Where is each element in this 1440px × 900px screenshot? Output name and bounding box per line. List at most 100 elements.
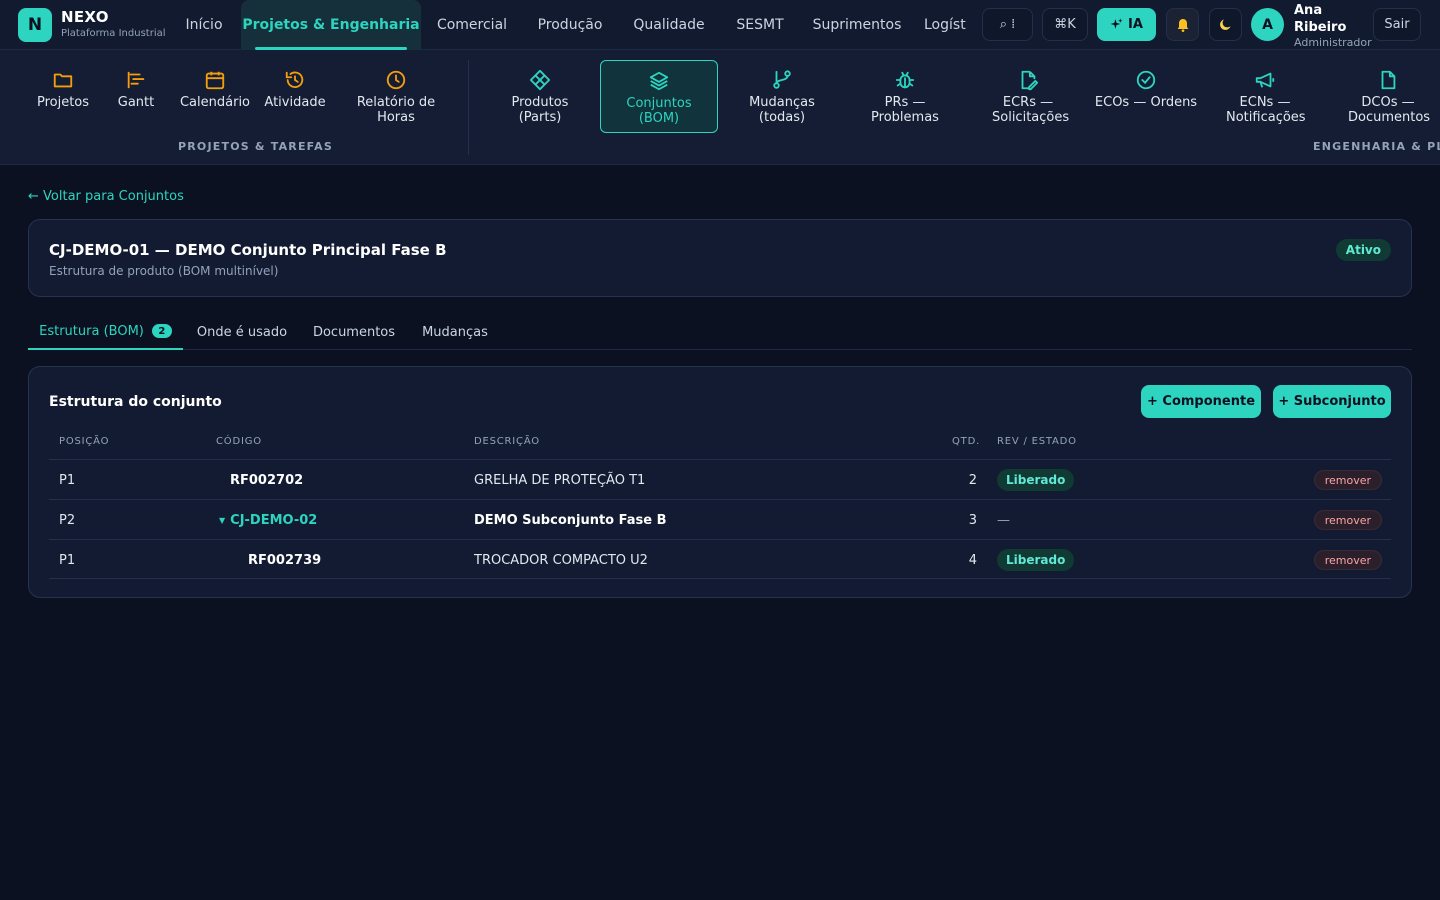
user-name: Ana Ribeiro bbox=[1294, 3, 1347, 35]
subnav-prs[interactable]: PRs — Problemas bbox=[860, 60, 950, 133]
bom-structure-card: Estrutura do conjunto + Componente + Sub… bbox=[28, 366, 1412, 598]
subnav-atividade[interactable]: Atividade bbox=[262, 60, 328, 133]
document-icon bbox=[1381, 70, 1396, 90]
subnav-label: Atividade bbox=[264, 95, 326, 110]
row-description: DEMO Subconjunto Fase B bbox=[474, 512, 667, 528]
avatar[interactable]: A bbox=[1251, 8, 1284, 41]
megaphone-icon bbox=[1255, 72, 1275, 88]
subnav-ecns[interactable]: ECNs — Notificações bbox=[1220, 60, 1310, 133]
bug-icon bbox=[895, 71, 915, 89]
page-title: CJ-DEMO-01 — DEMO Conjunto Principal Fas… bbox=[49, 241, 447, 259]
remove-button[interactable]: remover bbox=[1313, 510, 1382, 530]
subnav-produtos[interactable]: Produtos (Parts) bbox=[490, 60, 590, 133]
remove-button[interactable]: remover bbox=[1313, 550, 1382, 570]
row-code: RF002702 bbox=[230, 472, 304, 488]
subnav-label: Projetos bbox=[36, 95, 90, 110]
tab-onde-e-usado[interactable]: Onde é usado bbox=[192, 314, 292, 350]
nav-comercial[interactable]: Comercial bbox=[426, 0, 518, 50]
section-title: Estrutura do conjunto bbox=[49, 394, 222, 410]
tab-estrutura[interactable]: Estrutura (BOM) 2 bbox=[28, 314, 183, 350]
nav-producao[interactable]: Produção bbox=[528, 0, 612, 50]
column-header-rev-state: REV / ESTADO bbox=[997, 436, 1077, 447]
subnav-gantt[interactable]: Gantt bbox=[108, 60, 164, 133]
subnav-projetos[interactable]: Projetos bbox=[30, 60, 96, 133]
subnav-conjuntos[interactable]: Conjuntos (BOM) bbox=[600, 60, 718, 133]
subnav-dcos[interactable]: DCOs — Documentos bbox=[1344, 60, 1432, 133]
remove-button[interactable]: remover bbox=[1313, 470, 1382, 490]
bell-icon bbox=[1177, 18, 1188, 32]
tab-count-badge: 2 bbox=[151, 324, 172, 338]
subnav-label: Gantt bbox=[117, 95, 155, 110]
nav-suprimentos[interactable]: Suprimentos bbox=[806, 0, 908, 50]
subnav-mudancas[interactable]: Mudanças (todas) bbox=[740, 60, 824, 133]
status-badge: Liberado bbox=[997, 549, 1075, 571]
subnav-label: Conjuntos (BOM) bbox=[626, 96, 692, 126]
theme-toggle-button[interactable] bbox=[1209, 8, 1242, 41]
column-header-code: CÓDIGO bbox=[216, 436, 262, 447]
notifications-button[interactable] bbox=[1166, 8, 1199, 41]
check-circle-icon bbox=[1136, 70, 1156, 90]
column-header-qty: QTD. bbox=[952, 436, 981, 447]
table-row: P2 ▼ CJ-DEMO-02 DEMO Subconjunto Fase B … bbox=[49, 499, 1391, 539]
sparkles-icon bbox=[1110, 18, 1123, 29]
assembly-header-card: CJ-DEMO-01 — DEMO Conjunto Principal Fas… bbox=[28, 219, 1412, 297]
subnav-label: Produtos (Parts) bbox=[511, 95, 569, 125]
brand-logo: N bbox=[18, 8, 52, 42]
subnav-label: ECNs — Notificações bbox=[1226, 95, 1306, 125]
row-position: P2 bbox=[59, 512, 76, 528]
status-badge: Ativo bbox=[1335, 239, 1391, 261]
subnav-ecrs[interactable]: ECRs — Solicitações bbox=[982, 60, 1074, 133]
row-code: RF002739 bbox=[248, 552, 322, 568]
row-position: P1 bbox=[59, 552, 76, 568]
parts-icon bbox=[529, 69, 551, 91]
tab-documentos[interactable]: Documentos bbox=[308, 314, 400, 350]
brand-name: NEXO bbox=[61, 8, 109, 26]
subnav-label: ECRs — Solicitações bbox=[992, 95, 1070, 125]
group-label-projetos: PROJETOS & TAREFAS bbox=[178, 140, 333, 153]
history-icon bbox=[285, 71, 304, 89]
subnav-label: DCOs — Documentos bbox=[1348, 95, 1431, 125]
folder-icon bbox=[53, 73, 73, 88]
row-qty: 3 bbox=[968, 512, 977, 528]
ai-assistant-button[interactable]: IA bbox=[1097, 8, 1156, 41]
nav-logistica[interactable]: Logíst bbox=[924, 0, 980, 50]
nav-projetos-engenharia[interactable]: Projetos & Engenharia bbox=[241, 0, 421, 50]
row-code-link[interactable]: ▼ CJ-DEMO-02 bbox=[219, 500, 317, 540]
row-qty: 4 bbox=[968, 552, 977, 568]
layers-icon bbox=[649, 71, 669, 91]
subnav-relatorio-horas[interactable]: Relatório de Horas bbox=[348, 60, 444, 133]
nav-sesmt[interactable]: SESMT bbox=[726, 0, 794, 50]
clock-icon bbox=[386, 70, 406, 90]
add-subassembly-button[interactable]: + Subconjunto bbox=[1273, 385, 1391, 418]
row-code: CJ-DEMO-02 bbox=[230, 512, 318, 528]
table-row: P1 RF002739 TROCADOR COMPACTO U2 4 Liber… bbox=[49, 539, 1391, 579]
chevron-down-icon[interactable]: ▼ bbox=[219, 516, 225, 525]
back-to-assemblies-link[interactable]: ← Voltar para Conjuntos bbox=[28, 189, 184, 204]
tab-mudancas[interactable]: Mudanças bbox=[416, 314, 494, 350]
add-component-button[interactable]: + Componente bbox=[1141, 385, 1261, 418]
status-badge: Liberado bbox=[997, 469, 1075, 491]
column-header-description: DESCRIÇÃO bbox=[474, 436, 540, 447]
subnav-ecos[interactable]: ECOs — Ordens bbox=[1094, 60, 1198, 133]
page-subtitle: Estrutura de produto (BOM multinível) bbox=[49, 264, 279, 278]
subnav-label: Calendário bbox=[179, 95, 251, 110]
logout-button[interactable]: Sair bbox=[1373, 8, 1421, 41]
tab-label: Estrutura (BOM) bbox=[39, 323, 144, 339]
user-role: Administrador bbox=[1294, 36, 1372, 49]
gantt-icon bbox=[127, 71, 145, 89]
row-state: — bbox=[997, 512, 1010, 528]
ai-button-label: IA bbox=[1128, 17, 1143, 32]
nav-qualidade[interactable]: Qualidade bbox=[625, 0, 713, 50]
subnav-calendario[interactable]: Calendário bbox=[176, 60, 254, 133]
search-button[interactable]: ⌕ ⁞ bbox=[982, 8, 1033, 41]
moon-icon bbox=[1220, 19, 1231, 30]
brand-subtitle: Plataforma Industrial bbox=[61, 28, 166, 39]
command-palette-button[interactable]: ⌘K bbox=[1042, 8, 1088, 41]
table-row: P1 RF002702 GRELHA DE PROTEÇÃO T1 2 Libe… bbox=[49, 459, 1391, 499]
subnav-divider bbox=[468, 60, 469, 155]
subnav-label: PRs — Problemas bbox=[871, 95, 939, 125]
calendar-icon bbox=[205, 71, 225, 90]
nav-inicio[interactable]: Início bbox=[170, 0, 238, 50]
group-label-engenharia: ENGENHARIA & PLM bbox=[1313, 140, 1440, 153]
subnav-label: Relatório de Horas bbox=[356, 95, 436, 125]
